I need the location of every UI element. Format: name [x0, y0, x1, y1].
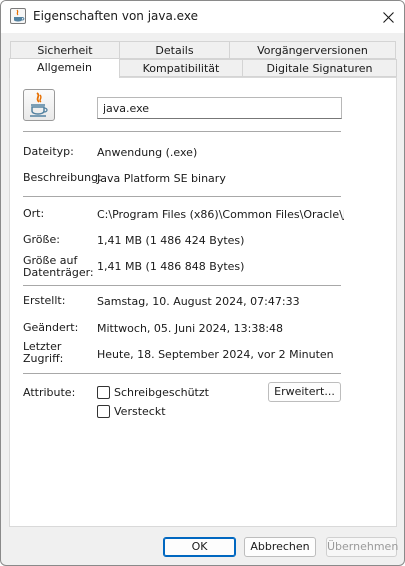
ort-label: Ort:: [23, 207, 45, 220]
checkbox-box[interactable]: [97, 386, 110, 399]
erstellt-label: Erstellt:: [23, 294, 66, 307]
general-tab-panel: Dateityp: Anwendung (.exe) Beschreibung:…: [9, 77, 397, 527]
separator: [23, 131, 341, 132]
tab-sicherheit[interactable]: Sicherheit: [10, 41, 120, 59]
groesse-label: Größe:: [23, 233, 60, 246]
tab-details[interactable]: Details: [119, 41, 230, 59]
dateityp-label: Dateityp:: [23, 145, 74, 158]
geaendert-value: Mittwoch, 05. Juni 2024, 13:38:48: [97, 322, 284, 335]
window-title: Eigenschaften von java.exe: [33, 9, 198, 23]
java-coffee-cup-icon: [23, 89, 55, 121]
letzter-zugriff-label-2: Zugriff:: [23, 352, 64, 365]
separator: [23, 373, 341, 374]
tab-kompatibilitaet[interactable]: Kompatibilität: [119, 59, 243, 77]
tab-digitale-signaturen[interactable]: Digitale Signaturen: [242, 59, 397, 77]
groesse-value: 1,41 MB (1 486 424 Bytes): [97, 234, 245, 247]
file-name-input[interactable]: [97, 97, 342, 119]
dateityp-value: Anwendung (.exe): [97, 146, 198, 159]
schreibgeschuetzt-label: Schreibgeschützt: [114, 386, 209, 399]
beschreibung-label: Beschreibung:: [23, 171, 102, 184]
uebernehmen-button[interactable]: Übernehmen: [326, 537, 398, 557]
beschreibung-value: Java Platform SE binary: [97, 172, 226, 185]
separator: [23, 196, 341, 197]
close-button[interactable]: [373, 3, 403, 31]
properties-dialog: Eigenschaften von java.exe Sicherheit De…: [0, 0, 405, 566]
versteckt-label: Versteckt: [114, 405, 166, 418]
letzter-zugriff-value: Heute, 18. September 2024, vor 2 Minuten: [97, 348, 334, 361]
erstellt-value: Samstag, 10. August 2024, 07:47:33: [97, 295, 300, 308]
tab-vorgaengerversionen[interactable]: Vorgängerversionen: [229, 41, 396, 59]
ok-button[interactable]: OK: [163, 537, 236, 557]
versteckt-checkbox[interactable]: Versteckt: [97, 405, 166, 418]
attribute-label: Attribute:: [23, 386, 76, 399]
checkbox-box[interactable]: [97, 405, 110, 418]
erweitert-button[interactable]: Erweitert...: [268, 382, 341, 402]
groesse-datentraeger-label-2: Datenträger:: [23, 266, 94, 279]
groesse-datentraeger-value: 1,41 MB (1 486 848 Bytes): [97, 260, 245, 273]
abbrechen-button[interactable]: Abbrechen: [244, 537, 316, 557]
title-bar: Eigenschaften von java.exe: [1, 1, 404, 33]
close-icon: [383, 12, 394, 23]
java-file-icon: [10, 8, 26, 24]
ort-value: C:\Program Files (x86)\Common Files\Orac…: [97, 208, 344, 221]
ort-value-field[interactable]: C:\Program Files (x86)\Common Files\Orac…: [97, 208, 344, 222]
tab-allgemein[interactable]: Allgemein: [9, 58, 120, 78]
schreibgeschuetzt-checkbox[interactable]: Schreibgeschützt: [97, 386, 209, 399]
separator: [23, 285, 341, 286]
geaendert-label: Geändert:: [23, 321, 79, 334]
